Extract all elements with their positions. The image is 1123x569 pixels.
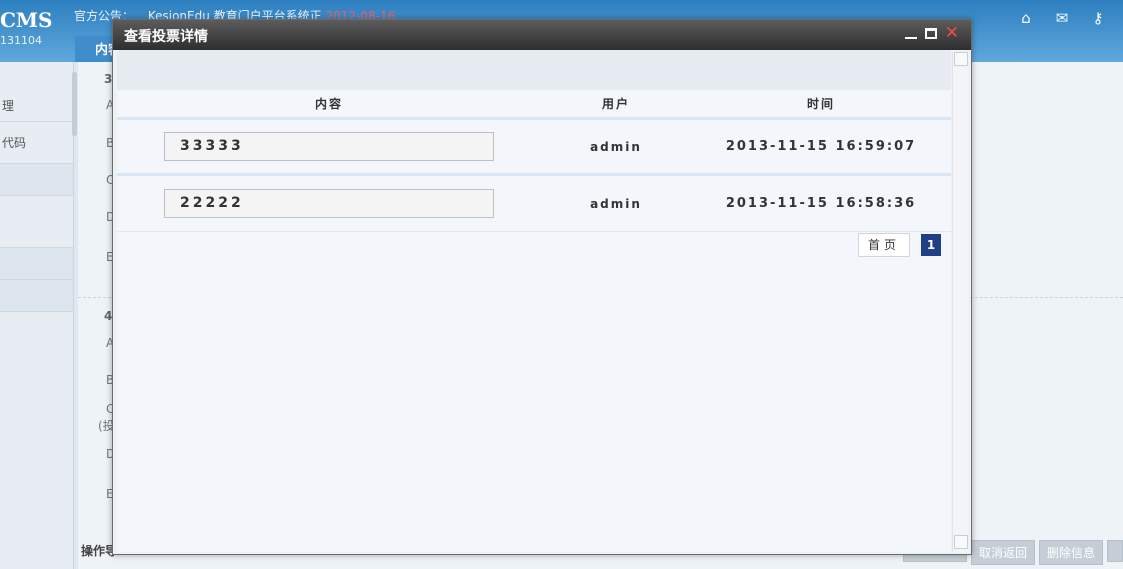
- sidebar: 理 代码: [0, 62, 77, 569]
- delete-info-button[interactable]: 删除信息: [1038, 540, 1103, 565]
- scroll-up-arrow[interactable]: [954, 52, 968, 66]
- minimize-icon[interactable]: [904, 27, 917, 39]
- sidebar-item-code[interactable]: 代码: [0, 122, 73, 164]
- vote-time: 2013-11-15 16:59:07: [725, 139, 917, 154]
- vote-content-field[interactable]: 22222: [164, 189, 494, 218]
- dialog-title: 查看投票详情: [124, 29, 208, 45]
- sidebar-item-group-1[interactable]: [0, 164, 73, 196]
- header-time: 时间: [806, 97, 835, 111]
- page-number-current[interactable]: 1: [921, 234, 941, 256]
- edge-button[interactable]: [1107, 540, 1123, 562]
- vote-details-dialog: 查看投票详情 ✕ 内容 用户 时间 33333 admin 2013-11-15…: [112, 19, 972, 555]
- cancel-return-button[interactable]: 取消返回: [970, 540, 1035, 565]
- table-header: 内容 用户 时间: [117, 90, 951, 120]
- home-icon[interactable]: ⌂: [1015, 9, 1037, 27]
- brand-logo: CMS: [0, 8, 53, 32]
- version-label: 131104: [0, 34, 42, 47]
- sidebar-item-manage[interactable]: 理: [0, 90, 73, 122]
- dialog-scrollbar[interactable]: [952, 52, 968, 552]
- first-page-button[interactable]: 首页: [858, 233, 910, 257]
- scroll-down-arrow[interactable]: [954, 535, 968, 549]
- sidebar-item-group-4[interactable]: [0, 280, 73, 312]
- vote-time: 2013-11-15 16:58:36: [725, 196, 917, 211]
- sidebar-item-group-2[interactable]: [0, 196, 73, 248]
- dialog-toolbar: [117, 50, 951, 90]
- vote-user: admin: [590, 139, 642, 154]
- header-content: 内容: [314, 97, 343, 111]
- sidebar-scrollbar[interactable]: [72, 72, 77, 136]
- table-row: 33333 admin 2013-11-15 16:59:07: [117, 120, 951, 176]
- key-icon[interactable]: ⚷: [1087, 9, 1109, 27]
- mail-icon[interactable]: ✉: [1051, 9, 1073, 27]
- maximize-icon[interactable]: [924, 27, 937, 39]
- sidebar-item-group-3[interactable]: [0, 248, 73, 280]
- dialog-title-bar[interactable]: 查看投票详情 ✕: [113, 20, 971, 50]
- pagination: 首页 1: [858, 233, 941, 257]
- vote-user: admin: [590, 196, 642, 211]
- vote-content-field[interactable]: 33333: [164, 132, 494, 161]
- table-row: 22222 admin 2013-11-15 16:58:36: [117, 176, 951, 232]
- close-icon[interactable]: ✕: [945, 25, 959, 42]
- dialog-body: 内容 用户 时间 33333 admin 2013-11-15 16:59:07…: [117, 50, 951, 552]
- header-user: 用户: [601, 97, 630, 111]
